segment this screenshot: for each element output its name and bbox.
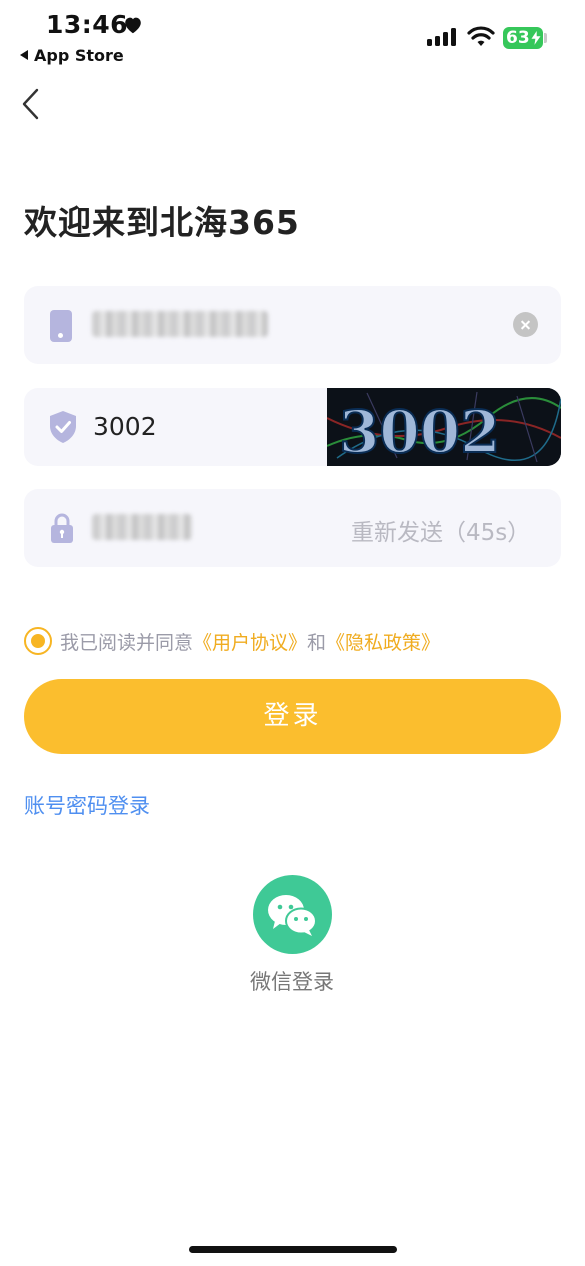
battery-indicator: 63: [503, 27, 543, 49]
status-time: 13:46: [46, 10, 129, 39]
clear-icon[interactable]: [513, 312, 538, 337]
agreement-prefix: 我已阅读并同意: [60, 631, 194, 654]
agreement-and: 和: [307, 631, 327, 654]
wechat-login-label[interactable]: 微信登录: [250, 966, 334, 996]
phone-icon: [50, 310, 72, 342]
captcha-field[interactable]: 3002 3002: [24, 388, 561, 466]
wechat-login-button[interactable]: [253, 875, 332, 954]
password-login-link[interactable]: 账号密码登录: [24, 790, 150, 820]
wifi-icon: [467, 26, 495, 46]
agreement-radio[interactable]: [24, 627, 52, 655]
phone-field[interactable]: [24, 286, 561, 364]
captcha-image-text: 3002: [339, 398, 500, 466]
lock-icon: [51, 513, 73, 543]
chevron-left-icon[interactable]: [16, 84, 46, 124]
status-bar: 13:46 App Store 63: [0, 0, 585, 75]
heart-icon: [125, 17, 141, 34]
captcha-image[interactable]: 3002: [327, 388, 561, 466]
sms-code-field[interactable]: 重新发送（45s）: [24, 489, 561, 567]
home-indicator: [189, 1246, 397, 1253]
charging-bolt-icon: [531, 30, 541, 46]
user-agreement-link[interactable]: 《用户协议》: [193, 628, 307, 655]
phone-number-value: [92, 311, 268, 337]
sms-code-value: [92, 514, 192, 540]
captcha-input-value: 3002: [93, 412, 157, 441]
battery-cap: [544, 33, 547, 43]
cellular-signal-icon: [427, 28, 456, 46]
agreement-row: 我已阅读并同意 《用户协议》 和 《隐私政策》: [24, 627, 440, 655]
privacy-policy-link[interactable]: 《隐私政策》: [326, 628, 440, 655]
login-button[interactable]: 登录: [24, 679, 561, 754]
battery-level: 63: [506, 28, 530, 48]
back-app-label: App Store: [34, 46, 124, 65]
page-title: 欢迎来到北海365: [24, 203, 300, 242]
back-to-app-store[interactable]: App Store: [20, 46, 124, 65]
wechat-icon: [268, 895, 317, 936]
back-triangle-icon: [20, 50, 28, 60]
shield-check-icon: [50, 411, 76, 443]
resend-code-button[interactable]: 重新发送（45s）: [351, 513, 530, 547]
